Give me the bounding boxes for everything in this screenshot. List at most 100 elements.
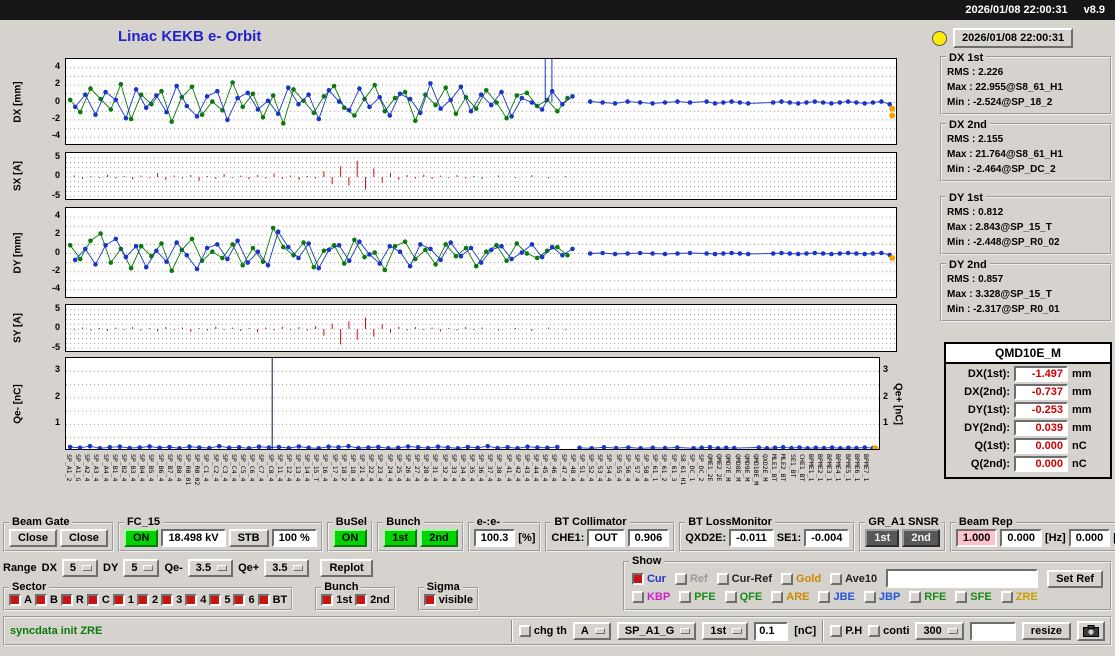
plot-qe: Qe- [nC] 321 321 Qe+ [nC] — [0, 357, 912, 450]
sector-6-label: 6 — [248, 594, 255, 606]
checkbox-indicator — [674, 572, 687, 585]
checkbox-indicator — [863, 591, 876, 603]
plot-dx: DX [mm] 4 2 0 -2 -4 — [0, 58, 912, 145]
show-jbp-checkbox[interactable]: JBP — [863, 591, 900, 603]
sector-select[interactable]: A — [572, 622, 611, 640]
bunch-select[interactable]: 1st — [702, 622, 749, 640]
stat-box-dx-2nd-label: DX 2nd — [946, 117, 990, 134]
beam-gate-close-2-button[interactable]: Close — [59, 529, 108, 547]
count-select[interactable]: 300 — [915, 622, 964, 640]
control-row-1: Beam Gate Close Close FC_15 ON 18.498 kV… — [3, 516, 1115, 552]
checkbox-indicator — [909, 591, 922, 603]
bunch-2nd-checkbox[interactable]: 2nd — [355, 594, 390, 606]
sector-bt-checkbox[interactable]: BT — [257, 594, 287, 606]
show-pfe-checkbox[interactable]: PFE — [679, 591, 716, 603]
qe-left-ticks: 321 — [54, 364, 60, 428]
fc15-on-button[interactable]: ON — [123, 529, 159, 547]
sigma-visible-checkbox[interactable]: visible — [423, 594, 473, 606]
show-are-checkbox[interactable]: ARE — [771, 591, 809, 603]
range-dy-select[interactable]: 5 — [123, 559, 160, 577]
conti-checkbox[interactable]: conti — [868, 625, 909, 637]
show-rfe-checkbox[interactable]: RFE — [909, 591, 946, 603]
beam-gate-close-1-button[interactable]: Close — [9, 529, 57, 547]
checkbox-indicator — [136, 594, 149, 606]
group-show-label: Show — [628, 555, 665, 567]
show-ave10-checkbox[interactable]: Ave10 — [830, 572, 877, 585]
show-cur-ref-checkbox[interactable]: Cur-Ref — [716, 572, 773, 585]
qe-minus-axis-label: Qe- [nC] — [12, 383, 24, 424]
replot-button[interactable]: Replot — [320, 559, 373, 577]
qxd2e-value: -0.011 — [729, 529, 774, 547]
checkbox-indicator — [868, 625, 881, 637]
status-message: syncdata init ZRE — [10, 625, 103, 637]
busel-on-button[interactable]: ON — [332, 529, 368, 547]
extra-input[interactable] — [969, 621, 1016, 641]
show-kbp-checkbox[interactable]: KBP — [631, 591, 670, 603]
sector-c-checkbox[interactable]: C — [86, 594, 110, 606]
sector-a-checkbox[interactable]: A — [9, 594, 32, 606]
monitor-row-value: -1.497 — [1014, 366, 1068, 382]
monitor-row-label: DX(2nd): — [964, 386, 1010, 398]
threshold-input[interactable] — [754, 621, 789, 641]
bunch-1st-checkbox[interactable]: 1st — [321, 594, 352, 606]
ph-checkbox[interactable]: P.H — [830, 625, 862, 637]
range-qe-minus-value: 3.5 — [195, 562, 212, 574]
show-qfe-checkbox[interactable]: QFE — [724, 591, 763, 603]
show-zre-checkbox[interactable]: ZRE — [1000, 591, 1038, 603]
show-sfe-checkbox[interactable]: SFE — [955, 591, 992, 603]
group-gr-a1-snsr-label: GR_A1 SNSR — [865, 516, 942, 528]
checkbox-indicator — [830, 625, 843, 637]
show-rfe-label: RFE — [924, 591, 947, 603]
dy-plot-canvas — [65, 207, 897, 298]
camera-icon — [1083, 625, 1099, 637]
group-bunch-select: Bunch 1st 2nd — [315, 581, 396, 611]
bpm-select[interactable]: SP_A1_G — [616, 622, 697, 640]
sector-b-checkbox[interactable]: B — [34, 594, 58, 606]
monitor-row: DX(1st): -1.497 mm — [946, 364, 1110, 382]
fc15-stb-button[interactable]: STB — [228, 529, 269, 547]
range-dy-label: DY — [103, 562, 119, 574]
show-gold-label: Gold — [796, 572, 822, 585]
sector-5-checkbox[interactable]: 5 — [209, 594, 230, 606]
sector-3-checkbox[interactable]: 3 — [161, 594, 182, 606]
set-ref-button[interactable]: Set Ref — [1047, 569, 1103, 588]
range-qe-plus-select[interactable]: 3.5 — [264, 559, 310, 577]
show-row-2: KBP PFE QFE ARE JBE JBP RFE SFE ZRE — [631, 591, 1103, 603]
separator — [510, 620, 513, 642]
sector-1-checkbox[interactable]: 1 — [112, 594, 134, 606]
dropdown-indicator-icon — [947, 628, 958, 634]
screenshot-button[interactable] — [1077, 621, 1105, 641]
che1-label: CHE1: — [551, 532, 585, 544]
bunch-2nd-button[interactable]: 2nd — [420, 529, 458, 547]
group-beam-rep: Beam Rep 1.000 0.000 [Hz] 0.000 [%] — [949, 516, 1115, 552]
stat-box-dy-2nd-label: DY 2nd — [946, 257, 990, 274]
show-qfe-label: QFE — [739, 591, 763, 603]
sector-b-label: B — [49, 594, 58, 606]
show-ref-checkbox[interactable]: Ref — [674, 572, 708, 585]
sector-r-checkbox[interactable]: R — [60, 594, 84, 606]
group-show: Show Cur Ref Cur-Ref Gold Ave10 Set Ref … — [622, 555, 1112, 611]
show-gold-checkbox[interactable]: Gold — [781, 572, 822, 585]
gr-a1-1st-button[interactable]: 1st — [865, 529, 900, 547]
gr-a1-2nd-button[interactable]: 2nd — [902, 529, 940, 547]
show-cur-ref-label: Cur-Ref — [731, 572, 773, 585]
sx-axis-label: SX [A] — [12, 161, 24, 191]
sector-2-checkbox[interactable]: 2 — [136, 594, 158, 606]
sector-4-checkbox[interactable]: 4 — [185, 594, 206, 606]
chg-th-checkbox[interactable]: chg th — [518, 625, 567, 637]
monitor-row-unit: nC — [1072, 440, 1087, 452]
beam-rep-actual-value: 0.000 — [1000, 529, 1042, 547]
ref-file-input[interactable] — [886, 569, 1039, 588]
show-jbe-checkbox[interactable]: JBE — [818, 591, 855, 603]
show-cur-checkbox[interactable]: Cur — [631, 572, 666, 585]
range-dx-select[interactable]: 5 — [61, 559, 99, 577]
sector-4-label: 4 — [200, 594, 207, 606]
stat-max: Max : 21.764@S8_61_H1 — [947, 149, 1063, 160]
monitor-row: DY(2nd): 0.039 mm — [946, 418, 1110, 436]
range-qe-minus-select[interactable]: 3.5 — [187, 559, 234, 577]
bunch-1st-button[interactable]: 1st — [383, 529, 418, 547]
checkbox-indicator — [518, 625, 531, 637]
monitor-row-label: DX(1st): — [967, 368, 1010, 380]
resize-button[interactable]: resize — [1021, 622, 1071, 640]
sector-6-checkbox[interactable]: 6 — [233, 594, 255, 606]
